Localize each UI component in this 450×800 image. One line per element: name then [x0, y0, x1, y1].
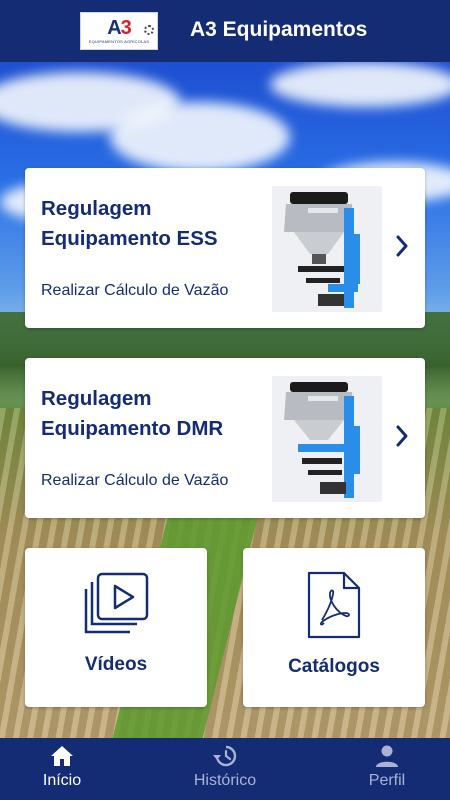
equipment-ess-image	[272, 186, 382, 312]
bottom-navigation: Início Histórico Perfil	[0, 738, 450, 800]
card-title: Regulagem Equipamento ESS	[41, 197, 218, 250]
nav-label: Histórico	[193, 772, 257, 789]
nav-item-historico[interactable]: Histórico	[170, 744, 280, 790]
card-regulagem-dmr[interactable]: Regulagem Equipamento DMR Realizar Cálcu…	[25, 358, 425, 518]
video-library-icon	[84, 572, 149, 634]
videos-label: Vídeos	[84, 654, 148, 675]
card-title: Regulagem Equipamento DMR	[41, 387, 224, 440]
app-title: A3 Equipamentos	[190, 18, 368, 41]
card-subtitle: Realizar Cálculo de Vazão	[41, 282, 229, 299]
pdf-document-icon	[307, 571, 361, 639]
home-icon	[51, 746, 73, 766]
catalogos-tile[interactable]: Catálogos	[243, 548, 425, 707]
nav-item-perfil[interactable]: Perfil	[332, 744, 442, 790]
app-header: AA33 EQUIPAMENTOS AGRÍCOLAS A3 Equipamen…	[0, 0, 450, 62]
chevron-right-icon	[396, 425, 408, 447]
chevron-right-icon	[396, 235, 408, 257]
card-subtitle: Realizar Cálculo de Vazão	[41, 472, 229, 489]
nav-item-inicio[interactable]: Início	[7, 744, 117, 790]
history-icon	[213, 745, 237, 767]
videos-tile[interactable]: Vídeos	[25, 548, 207, 707]
card-regulagem-ess[interactable]: Regulagem Equipamento ESS Realizar Cálcu…	[25, 168, 425, 328]
catalogos-label: Catálogos	[288, 656, 380, 677]
person-icon	[376, 745, 398, 767]
logo-subtitle: EQUIPAMENTOS AGRÍCOLAS	[88, 39, 150, 44]
gear-icon	[144, 25, 154, 35]
nav-label: Perfil	[368, 772, 406, 789]
company-logo: AA33 EQUIPAMENTOS AGRÍCOLAS	[80, 12, 158, 50]
equipment-dmr-image	[272, 376, 382, 502]
nav-label: Início	[42, 772, 82, 789]
